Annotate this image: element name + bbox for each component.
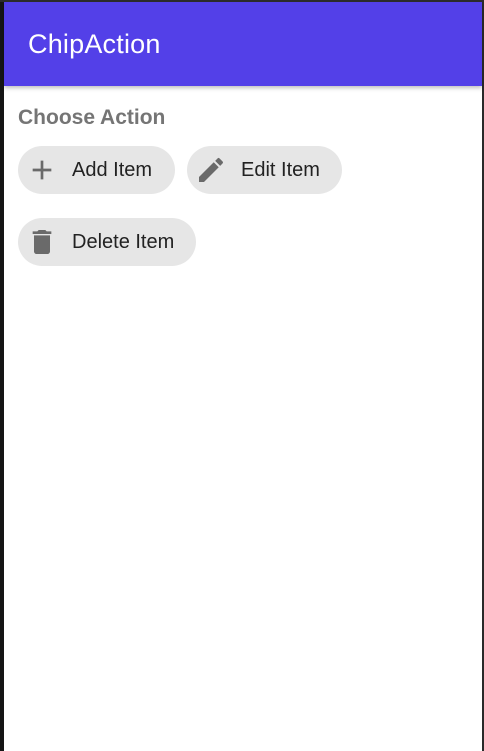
delete-item-chip[interactable]: Delete Item — [18, 218, 196, 266]
plus-icon — [26, 154, 58, 186]
app-bar: ChipAction — [4, 2, 482, 86]
delete-item-label: Delete Item — [72, 230, 175, 253]
trash-icon — [26, 226, 58, 258]
add-item-chip[interactable]: Add Item — [18, 146, 175, 194]
edit-item-label: Edit Item — [241, 158, 320, 181]
app-title: ChipAction — [28, 29, 161, 59]
pencil-icon — [195, 154, 227, 186]
window-top-edge — [0, 0, 484, 2]
edit-item-chip[interactable]: Edit Item — [187, 146, 342, 194]
app-screen: ChipAction Choose Action Add Item Edit I… — [4, 2, 482, 751]
choose-action-heading: Choose Action — [18, 106, 166, 129]
add-item-label: Add Item — [72, 158, 153, 181]
